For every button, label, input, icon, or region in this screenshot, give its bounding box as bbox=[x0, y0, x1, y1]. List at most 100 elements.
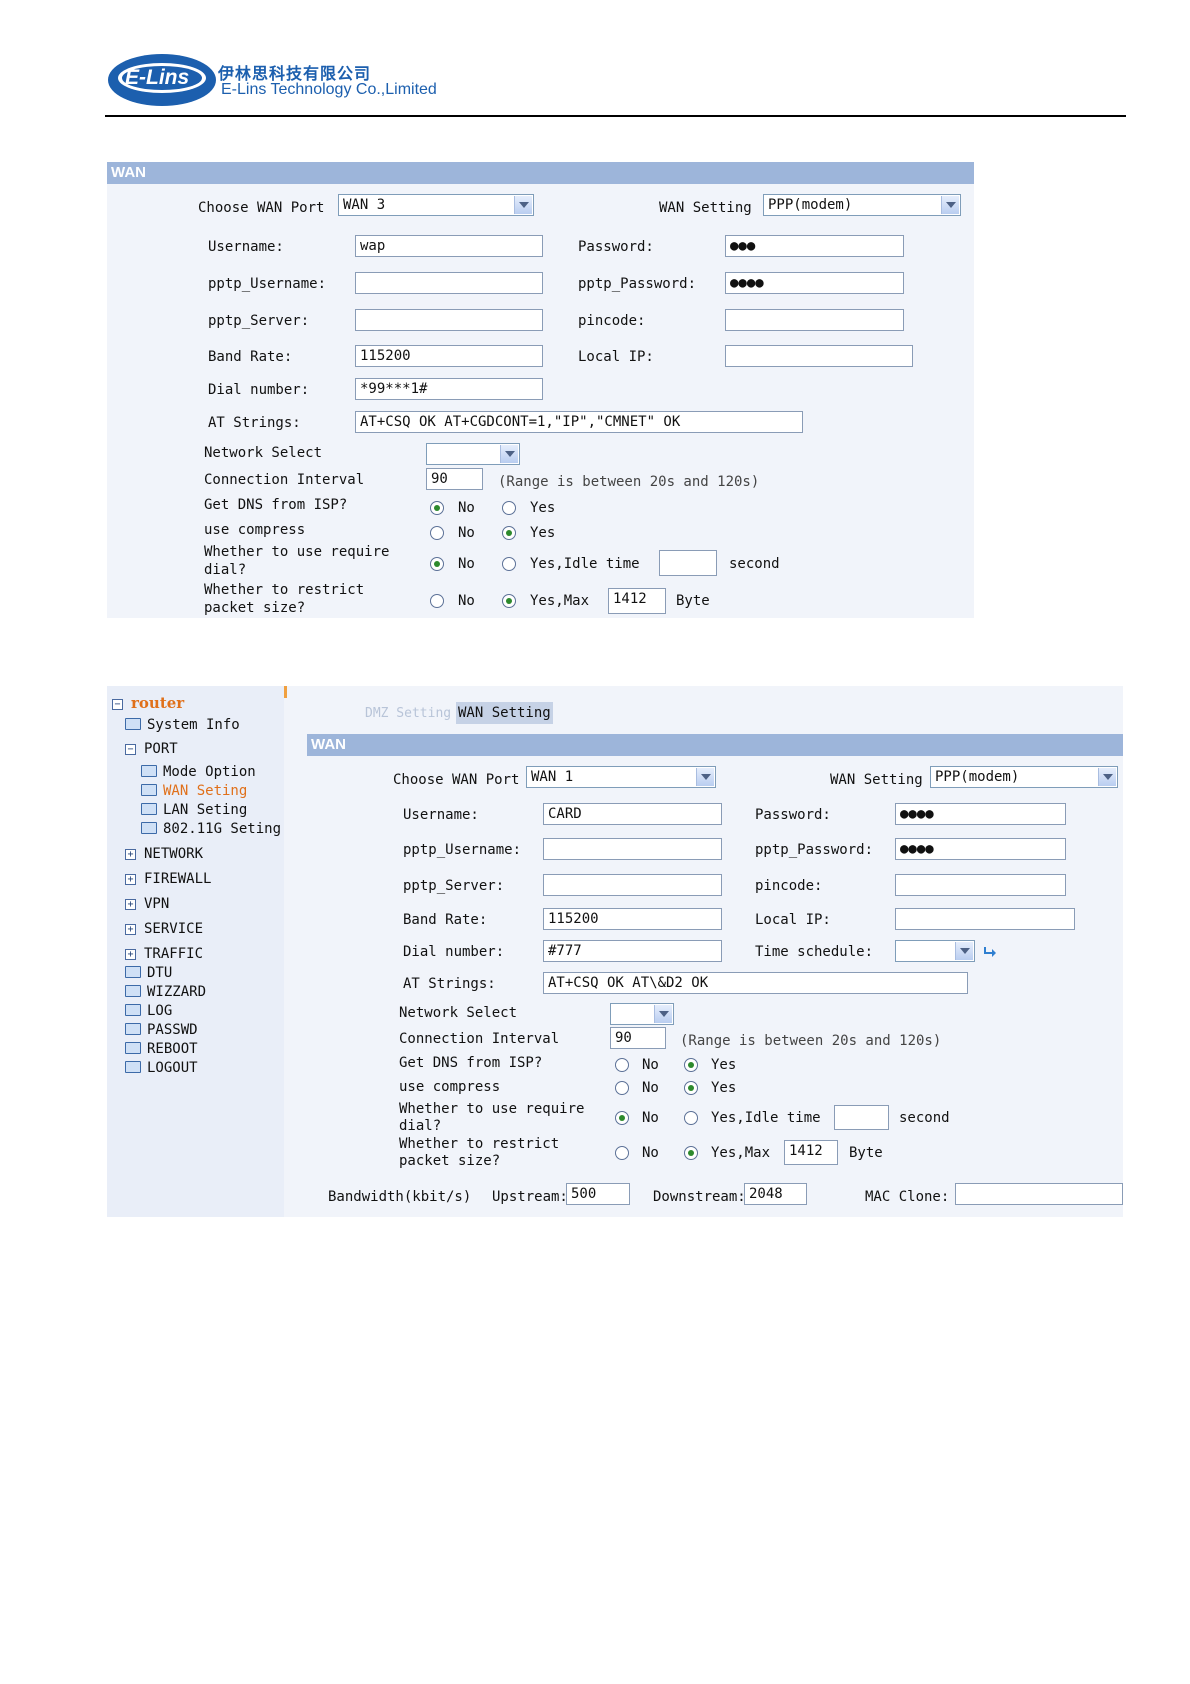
compress-no-label: No bbox=[458, 525, 475, 541]
band-rate-input[interactable]: 115200 bbox=[543, 908, 722, 930]
sidebar-item-mode-option[interactable]: Mode Option bbox=[141, 764, 256, 780]
require-dial-no-radio[interactable] bbox=[615, 1111, 629, 1125]
dial-number-input[interactable]: #777 bbox=[543, 940, 722, 962]
at-strings-input[interactable]: AT+CSQ OK AT\&D2 OK bbox=[543, 972, 968, 994]
network-select-label: Network Select bbox=[399, 1005, 518, 1021]
wan-setting-label: WAN Setting bbox=[659, 200, 752, 216]
sidebar-item-log[interactable]: LOG bbox=[125, 1003, 172, 1019]
tab-dmz-setting[interactable]: DMZ Setting bbox=[365, 706, 451, 721]
compress-no-label: No bbox=[642, 1080, 659, 1096]
tree-root-label: router bbox=[131, 694, 185, 712]
connection-interval-input[interactable]: 90 bbox=[610, 1027, 666, 1049]
require-dial-yes-radio[interactable] bbox=[684, 1111, 698, 1125]
connection-interval-label: Connection Interval bbox=[399, 1031, 560, 1047]
username-input[interactable]: CARD bbox=[543, 803, 722, 825]
require-dial-label-2: dial? bbox=[204, 562, 247, 578]
restrict-no-radio[interactable] bbox=[615, 1146, 629, 1160]
schedule-link-icon[interactable] bbox=[983, 944, 999, 958]
chevron-down-icon bbox=[514, 196, 532, 214]
sidebar-item-service[interactable]: + SERVICE bbox=[125, 921, 203, 937]
tree-root[interactable]: − router bbox=[112, 694, 184, 712]
pincode-input[interactable] bbox=[725, 309, 904, 331]
max-packet-input[interactable]: 1412 bbox=[784, 1140, 838, 1165]
dns-yes-radio[interactable] bbox=[684, 1058, 698, 1072]
restrict-no-radio[interactable] bbox=[430, 594, 444, 608]
dns-no-radio[interactable] bbox=[430, 501, 444, 515]
sidebar-item-wan-seting[interactable]: WAN Seting bbox=[141, 783, 247, 799]
network-select[interactable] bbox=[610, 1003, 674, 1025]
sidebar-item-label: 802.11G Seting bbox=[163, 821, 282, 837]
downstream-input[interactable]: 2048 bbox=[744, 1183, 807, 1205]
dial-number-input[interactable]: *99***1# bbox=[355, 378, 543, 400]
choose-wan-port-select[interactable]: WAN 1 bbox=[526, 766, 716, 788]
panel-title: WAN bbox=[107, 162, 974, 184]
compress-yes-radio[interactable] bbox=[502, 526, 516, 540]
pincode-label: pincode: bbox=[578, 313, 646, 329]
company-logo: E-Lins bbox=[107, 52, 217, 108]
sidebar-item-logout[interactable]: LOGOUT bbox=[125, 1060, 198, 1076]
local-ip-input[interactable] bbox=[725, 345, 913, 367]
sidebar-item-dtu[interactable]: DTU bbox=[125, 965, 172, 981]
sidebar-item-passwd[interactable]: PASSWD bbox=[125, 1022, 198, 1038]
network-select[interactable] bbox=[426, 443, 520, 465]
compress-yes-radio[interactable] bbox=[684, 1081, 698, 1095]
chevron-down-icon bbox=[696, 768, 714, 786]
require-dial-no-radio[interactable] bbox=[430, 557, 444, 571]
idle-time-input[interactable] bbox=[659, 550, 717, 576]
password-input[interactable]: ●●●● bbox=[895, 803, 1066, 825]
restrict-yes-label: Yes,Max bbox=[711, 1145, 771, 1161]
pptp-server-input[interactable] bbox=[355, 309, 543, 331]
sidebar-item-wizzard[interactable]: WIZZARD bbox=[125, 984, 206, 1000]
upstream-label: Upstream: bbox=[492, 1189, 568, 1205]
folder-icon bbox=[125, 966, 141, 978]
dns-no-radio[interactable] bbox=[615, 1058, 629, 1072]
idle-time-input[interactable] bbox=[834, 1105, 889, 1130]
local-ip-input[interactable] bbox=[895, 908, 1075, 930]
sidebar-item-traffic[interactable]: + TRAFFIC bbox=[125, 946, 203, 962]
folder-icon bbox=[125, 985, 141, 997]
pptp-password-input[interactable]: ●●●● bbox=[725, 272, 904, 294]
tab-wan-setting[interactable]: WAN Setting bbox=[456, 702, 553, 724]
restrict-label: Whether to restrict bbox=[399, 1136, 560, 1152]
username-input[interactable]: wap bbox=[355, 235, 543, 257]
at-strings-label: AT Strings: bbox=[403, 976, 496, 992]
mac-clone-input[interactable] bbox=[955, 1183, 1123, 1205]
require-dial-yes-radio[interactable] bbox=[502, 557, 516, 571]
wan-setting-select[interactable]: PPP(modem) bbox=[930, 766, 1118, 788]
pptp-username-input[interactable] bbox=[355, 272, 543, 294]
band-rate-input[interactable]: 115200 bbox=[355, 345, 543, 367]
sidebar-item-80211g-seting[interactable]: 802.11G Seting bbox=[141, 821, 281, 837]
restrict-yes-radio[interactable] bbox=[502, 594, 516, 608]
choose-wan-port-select[interactable]: WAN 3 bbox=[338, 194, 534, 216]
second-label: second bbox=[899, 1110, 950, 1126]
folder-icon bbox=[125, 1004, 141, 1016]
require-dial-label: Whether to use require bbox=[204, 544, 390, 560]
sidebar-item-network[interactable]: + NETWORK bbox=[125, 846, 203, 862]
pincode-input[interactable] bbox=[895, 874, 1066, 896]
sidebar-item-vpn[interactable]: + VPN bbox=[125, 896, 169, 912]
pptp-password-input[interactable]: ●●●● bbox=[895, 838, 1066, 860]
password-input[interactable]: ●●● bbox=[725, 235, 904, 257]
wan-setting-label: WAN Setting bbox=[830, 772, 923, 788]
max-packet-input[interactable]: 1412 bbox=[608, 588, 666, 614]
restrict-label-2: packet size? bbox=[399, 1153, 501, 1169]
compress-no-radio[interactable] bbox=[615, 1081, 629, 1095]
sidebar-item-system-info[interactable]: System Info bbox=[125, 717, 240, 733]
compress-no-radio[interactable] bbox=[430, 526, 444, 540]
collapse-icon: − bbox=[112, 699, 123, 710]
sidebar-item-firewall[interactable]: + FIREWALL bbox=[125, 871, 211, 887]
sidebar-item-label: SERVICE bbox=[144, 921, 204, 937]
pptp-server-input[interactable] bbox=[543, 874, 722, 896]
compress-label: use compress bbox=[204, 522, 306, 538]
connection-interval-input[interactable]: 90 bbox=[426, 468, 483, 490]
at-strings-input[interactable]: AT+CSQ OK AT+CGDCONT=1,"IP","CMNET" OK bbox=[355, 411, 803, 433]
wan-setting-select[interactable]: PPP(modem) bbox=[763, 194, 961, 216]
upstream-input[interactable]: 500 bbox=[566, 1183, 630, 1205]
sidebar-item-reboot[interactable]: REBOOT bbox=[125, 1041, 198, 1057]
time-schedule-select[interactable] bbox=[895, 940, 975, 962]
sidebar-item-lan-seting[interactable]: LAN Seting bbox=[141, 802, 247, 818]
pptp-username-input[interactable] bbox=[543, 838, 722, 860]
dns-yes-radio[interactable] bbox=[502, 501, 516, 515]
restrict-yes-radio[interactable] bbox=[684, 1146, 698, 1160]
sidebar-item-port[interactable]: − PORT bbox=[125, 741, 178, 757]
